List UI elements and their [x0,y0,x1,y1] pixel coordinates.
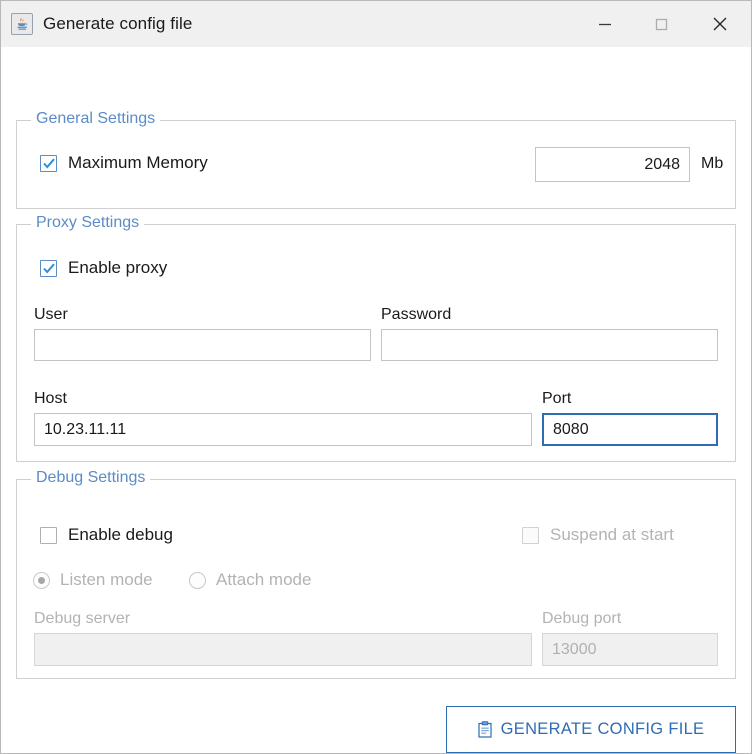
proxy-settings-group: Proxy Settings Enable proxy User Passwor… [16,214,736,462]
generate-config-file-label: GENERATE CONFIG FILE [500,720,705,738]
user-label: User [34,306,68,323]
port-label: Port [542,390,572,407]
attach-mode-label: Attach mode [216,570,312,589]
title-bar: Generate config file [1,1,751,47]
enable-proxy-label: Enable proxy [68,258,168,277]
password-label: Password [381,306,452,323]
enable-debug-checkbox-row[interactable]: Enable debug [40,525,173,545]
java-coffee-cup-icon [11,13,33,35]
enable-debug-checkbox[interactable] [40,526,57,544]
suspend-at-start-checkbox-row: Suspend at start [522,525,674,545]
radio-dot-icon [38,576,45,584]
port-input[interactable]: 8080 [542,413,718,446]
general-settings-legend: General Settings [31,110,161,128]
proxy-settings-legend: Proxy Settings [31,214,145,232]
maximum-memory-checkbox[interactable] [40,154,57,172]
enable-debug-label: Enable debug [68,525,173,544]
maximum-memory-checkbox-row[interactable]: Maximum Memory [40,153,208,173]
maximum-memory-unit: Mb [701,155,724,172]
user-input[interactable] [34,329,371,361]
listen-mode-radio [33,571,50,589]
clipboard-icon [478,721,493,738]
maximum-memory-label: Maximum Memory [68,153,208,172]
window-title: Generate config file [43,14,193,33]
generate-config-file-button[interactable]: GENERATE CONFIG FILE [446,706,736,753]
attach-mode-radio [189,571,206,589]
maximize-button[interactable] [633,1,689,47]
host-label: Host [34,390,67,407]
suspend-at-start-checkbox [522,526,539,544]
check-icon [43,158,55,169]
suspend-at-start-label: Suspend at start [550,525,674,544]
maximum-memory-input[interactable]: 2048 [535,147,690,182]
debug-settings-legend: Debug Settings [31,469,151,487]
enable-proxy-checkbox[interactable] [40,259,57,277]
listen-mode-radio-row: Listen mode [33,570,153,590]
debug-port-input: 13000 [542,633,718,666]
general-settings-group: General Settings Maximum Memory 2048 Mb [16,110,736,209]
password-input[interactable] [381,329,718,361]
close-button[interactable] [689,1,751,47]
check-icon [43,263,55,274]
attach-mode-radio-row: Attach mode [189,570,311,590]
minimize-button[interactable] [577,1,633,47]
listen-mode-label: Listen mode [60,570,153,589]
debug-server-label: Debug server [34,610,131,627]
host-input[interactable]: 10.23.11.11 [34,413,532,446]
debug-port-label: Debug port [542,610,622,627]
debug-settings-group: Debug Settings Enable debug Suspend at s… [16,469,736,679]
generate-config-file-window: Generate config file General Settings Ma… [0,0,752,754]
enable-proxy-checkbox-row[interactable]: Enable proxy [40,258,167,278]
debug-server-input [34,633,532,666]
